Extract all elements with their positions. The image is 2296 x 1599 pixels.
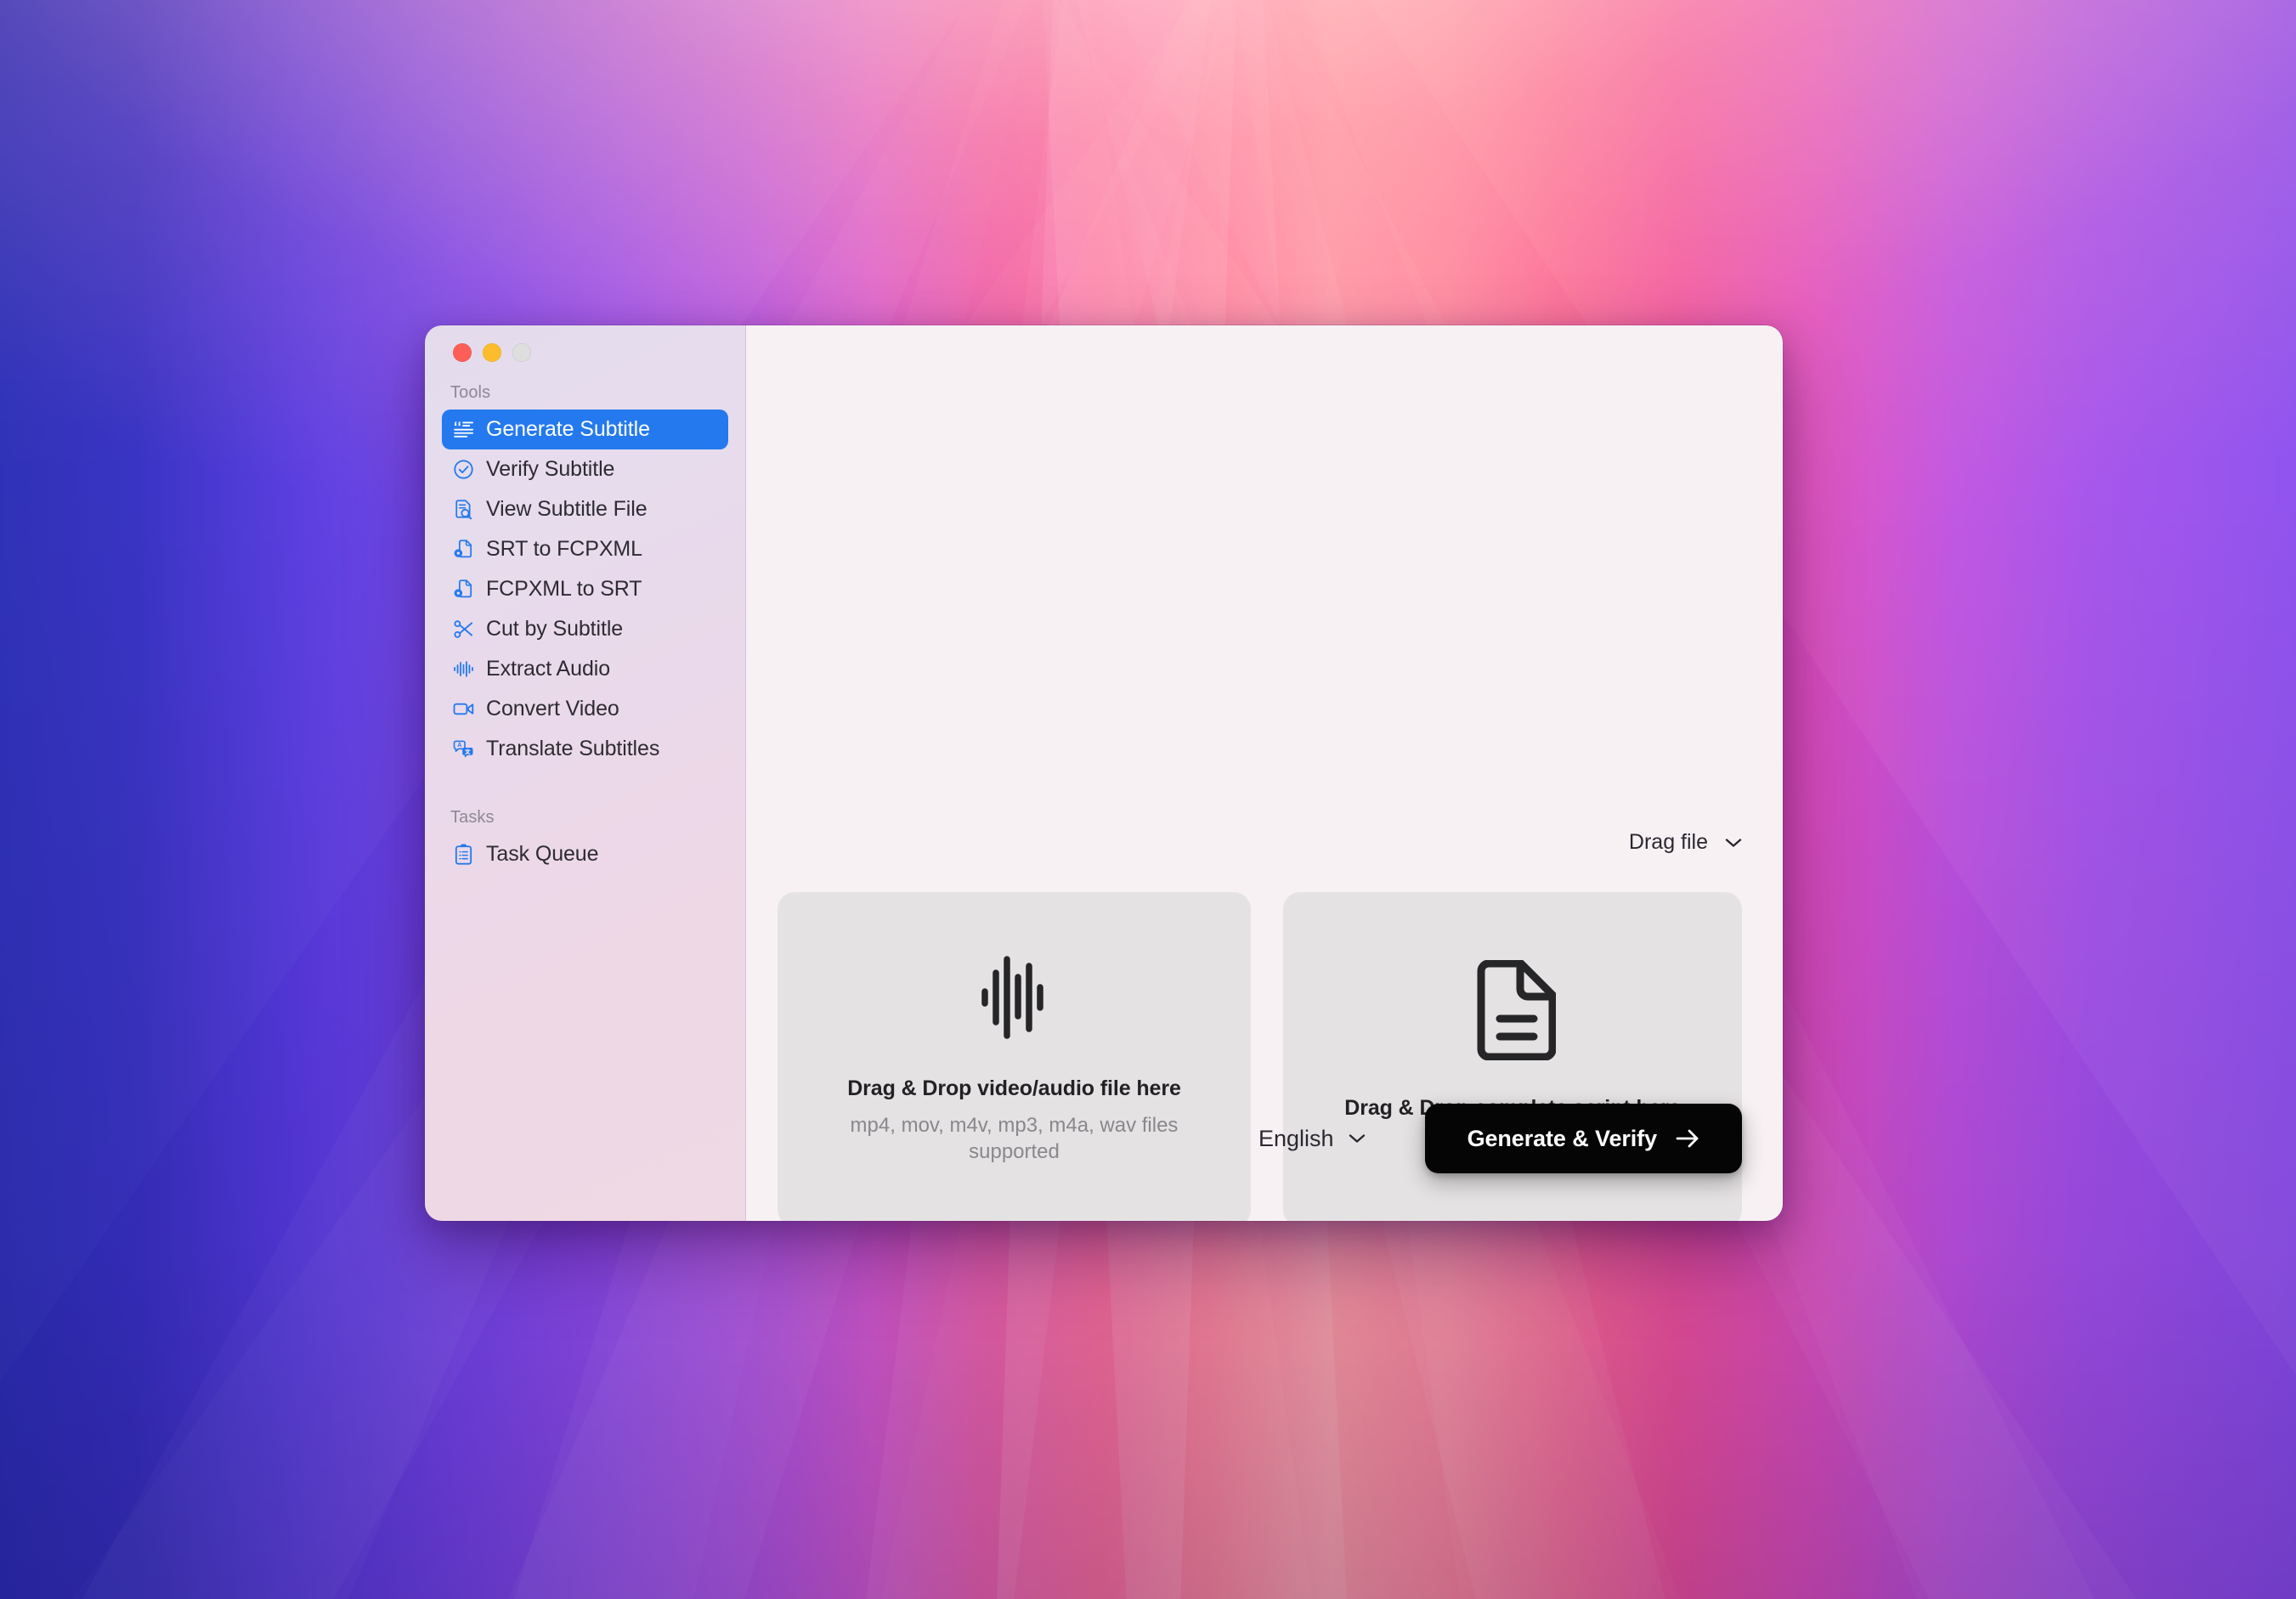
language-select[interactable]: English [1258, 1126, 1366, 1152]
svg-text:A: A [457, 742, 461, 749]
scissors-icon [452, 618, 475, 641]
sidebar-tools-list: Generate Subtitle Verify Subtitle View Sub… [442, 410, 728, 769]
sidebar-item-verify-subtitle[interactable]: Verify Subtitle [442, 449, 728, 489]
sidebar-item-label: FCPXML to SRT [486, 577, 642, 601]
dropzone-media-title: Drag & Drop video/audio file here [847, 1076, 1181, 1100]
document-search-icon [452, 498, 475, 521]
sidebar-tasks-list: Task Queue [442, 834, 728, 874]
sidebar-item-view-subtitle-file[interactable]: View Subtitle File [442, 489, 728, 529]
source-select-dropdown[interactable]: Drag file [1629, 830, 1742, 855]
sidebar-item-label: Generate Subtitle [486, 417, 650, 441]
app-window: Tools Generate Subtitle Verify Subtitle Vi… [425, 325, 1783, 1221]
sidebar-item-label: Translate Subtitles [486, 737, 660, 760]
sidebar-item-label: Extract Audio [486, 657, 611, 681]
window-controls [442, 325, 728, 375]
footer-actions: English Generate & Verify [1258, 1104, 1742, 1173]
sidebar-section-tools: Tools [450, 383, 491, 402]
zoom-button[interactable] [512, 343, 531, 362]
sidebar-item-translate-subtitles[interactable]: A Translate Subtitles [442, 729, 728, 769]
document-gear-icon [452, 578, 475, 601]
sidebar-item-label: Verify Subtitle [486, 457, 615, 481]
sidebar-item-label: View Subtitle File [486, 497, 648, 521]
dropzone-media-subtitle: mp4, mov, m4v, mp3, m4a, wav files suppo… [850, 1113, 1179, 1163]
sidebar-item-task-queue[interactable]: Task Queue [442, 834, 728, 874]
video-camera-icon [452, 698, 475, 720]
sidebar-item-label: Cut by Subtitle [486, 617, 624, 641]
check-circle-icon [452, 458, 475, 481]
chevron-down-icon [1725, 838, 1742, 848]
subtitle-icon [452, 418, 475, 441]
document-icon [1469, 960, 1556, 1061]
clipboard-list-icon [452, 843, 475, 866]
sidebar-item-label: Task Queue [486, 842, 599, 866]
sidebar-section-tasks: Tasks [450, 808, 495, 827]
waveform-icon [452, 658, 475, 681]
arrow-right-icon [1676, 1127, 1699, 1150]
dropzone-media[interactable]: Drag & Drop video/audio file here mp4, m… [778, 892, 1251, 1221]
sidebar-item-label: SRT to FCPXML [486, 537, 642, 561]
language-select-value: English [1258, 1125, 1334, 1151]
waveform-icon [981, 954, 1048, 1041]
generate-and-verify-button[interactable]: Generate & Verify [1424, 1104, 1742, 1173]
minimize-button[interactable] [483, 343, 501, 362]
document-gear-icon [452, 538, 475, 561]
sidebar-item-srt-to-fcpxml[interactable]: SRT to FCPXML [442, 529, 728, 569]
translate-icon: A [452, 737, 475, 760]
close-button[interactable] [453, 343, 472, 362]
sidebar-item-generate-subtitle[interactable]: Generate Subtitle [442, 410, 728, 449]
sidebar: Tools Generate Subtitle Verify Subtitle Vi… [425, 325, 746, 1221]
desktop-wallpaper: Tools Generate Subtitle Verify Subtitle Vi… [0, 0, 2296, 1599]
sidebar-item-fcpxml-to-srt[interactable]: FCPXML to SRT [442, 569, 728, 609]
sidebar-item-label: Convert Video [486, 697, 619, 720]
sidebar-item-convert-video[interactable]: Convert Video [442, 689, 728, 729]
source-select-value: Drag file [1628, 830, 1708, 854]
main-content: Drag file Drag & Drop video/audio file h… [746, 325, 1783, 1221]
generate-and-verify-label: Generate & Verify [1467, 1125, 1658, 1151]
sidebar-item-cut-by-subtitle[interactable]: Cut by Subtitle [442, 609, 728, 649]
chevron-down-icon [1349, 1133, 1366, 1144]
sidebar-item-extract-audio[interactable]: Extract Audio [442, 649, 728, 689]
